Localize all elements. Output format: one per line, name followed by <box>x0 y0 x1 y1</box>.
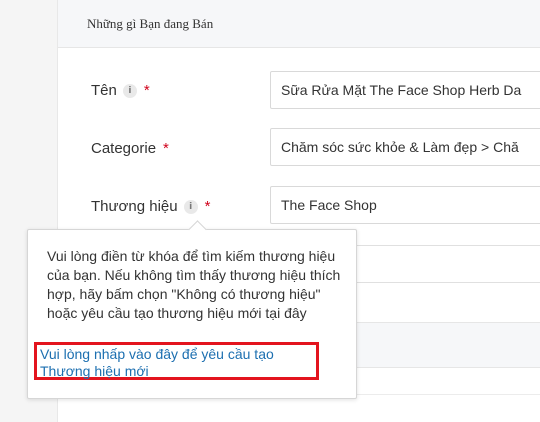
name-label-text: Tên <box>91 82 117 99</box>
brand-label-text: Thương hiệu <box>91 198 178 215</box>
section-title: Những gì Bạn đang Bán <box>87 16 214 31</box>
info-icon[interactable]: i <box>122 83 137 98</box>
card-header: Những gì Bạn đang Bán <box>58 0 540 48</box>
category-label-text: Categorie <box>91 140 157 157</box>
name-label: Tên i * <box>91 82 150 99</box>
brand-input[interactable]: The Face Shop <box>270 186 540 224</box>
required-star: * <box>143 82 150 99</box>
brand-help-tooltip: Vui lòng điền từ khóa để tìm kiếm thương… <box>27 220 357 399</box>
request-new-brand-link[interactable]: Vui lòng nhấp vào đây để yêu cầu tạo Thư… <box>34 342 319 380</box>
required-star: * <box>204 198 211 215</box>
page: Những gì Bạn đang Bán Tên i * Sữa Rửa Mặ… <box>0 0 540 422</box>
info-icon[interactable]: i <box>183 199 198 214</box>
brand-label: Thương hiệu i * <box>91 198 210 215</box>
category-select[interactable]: Chăm sóc sức khỏe & Làm đẹp > Chă <box>270 128 540 166</box>
name-input[interactable]: Sữa Rửa Mặt The Face Shop Herb Da <box>270 71 540 109</box>
category-label: Categorie * <box>91 140 169 157</box>
tooltip-text: Vui lòng điền từ khóa để tìm kiếm thương… <box>47 248 341 321</box>
required-star: * <box>163 140 169 157</box>
